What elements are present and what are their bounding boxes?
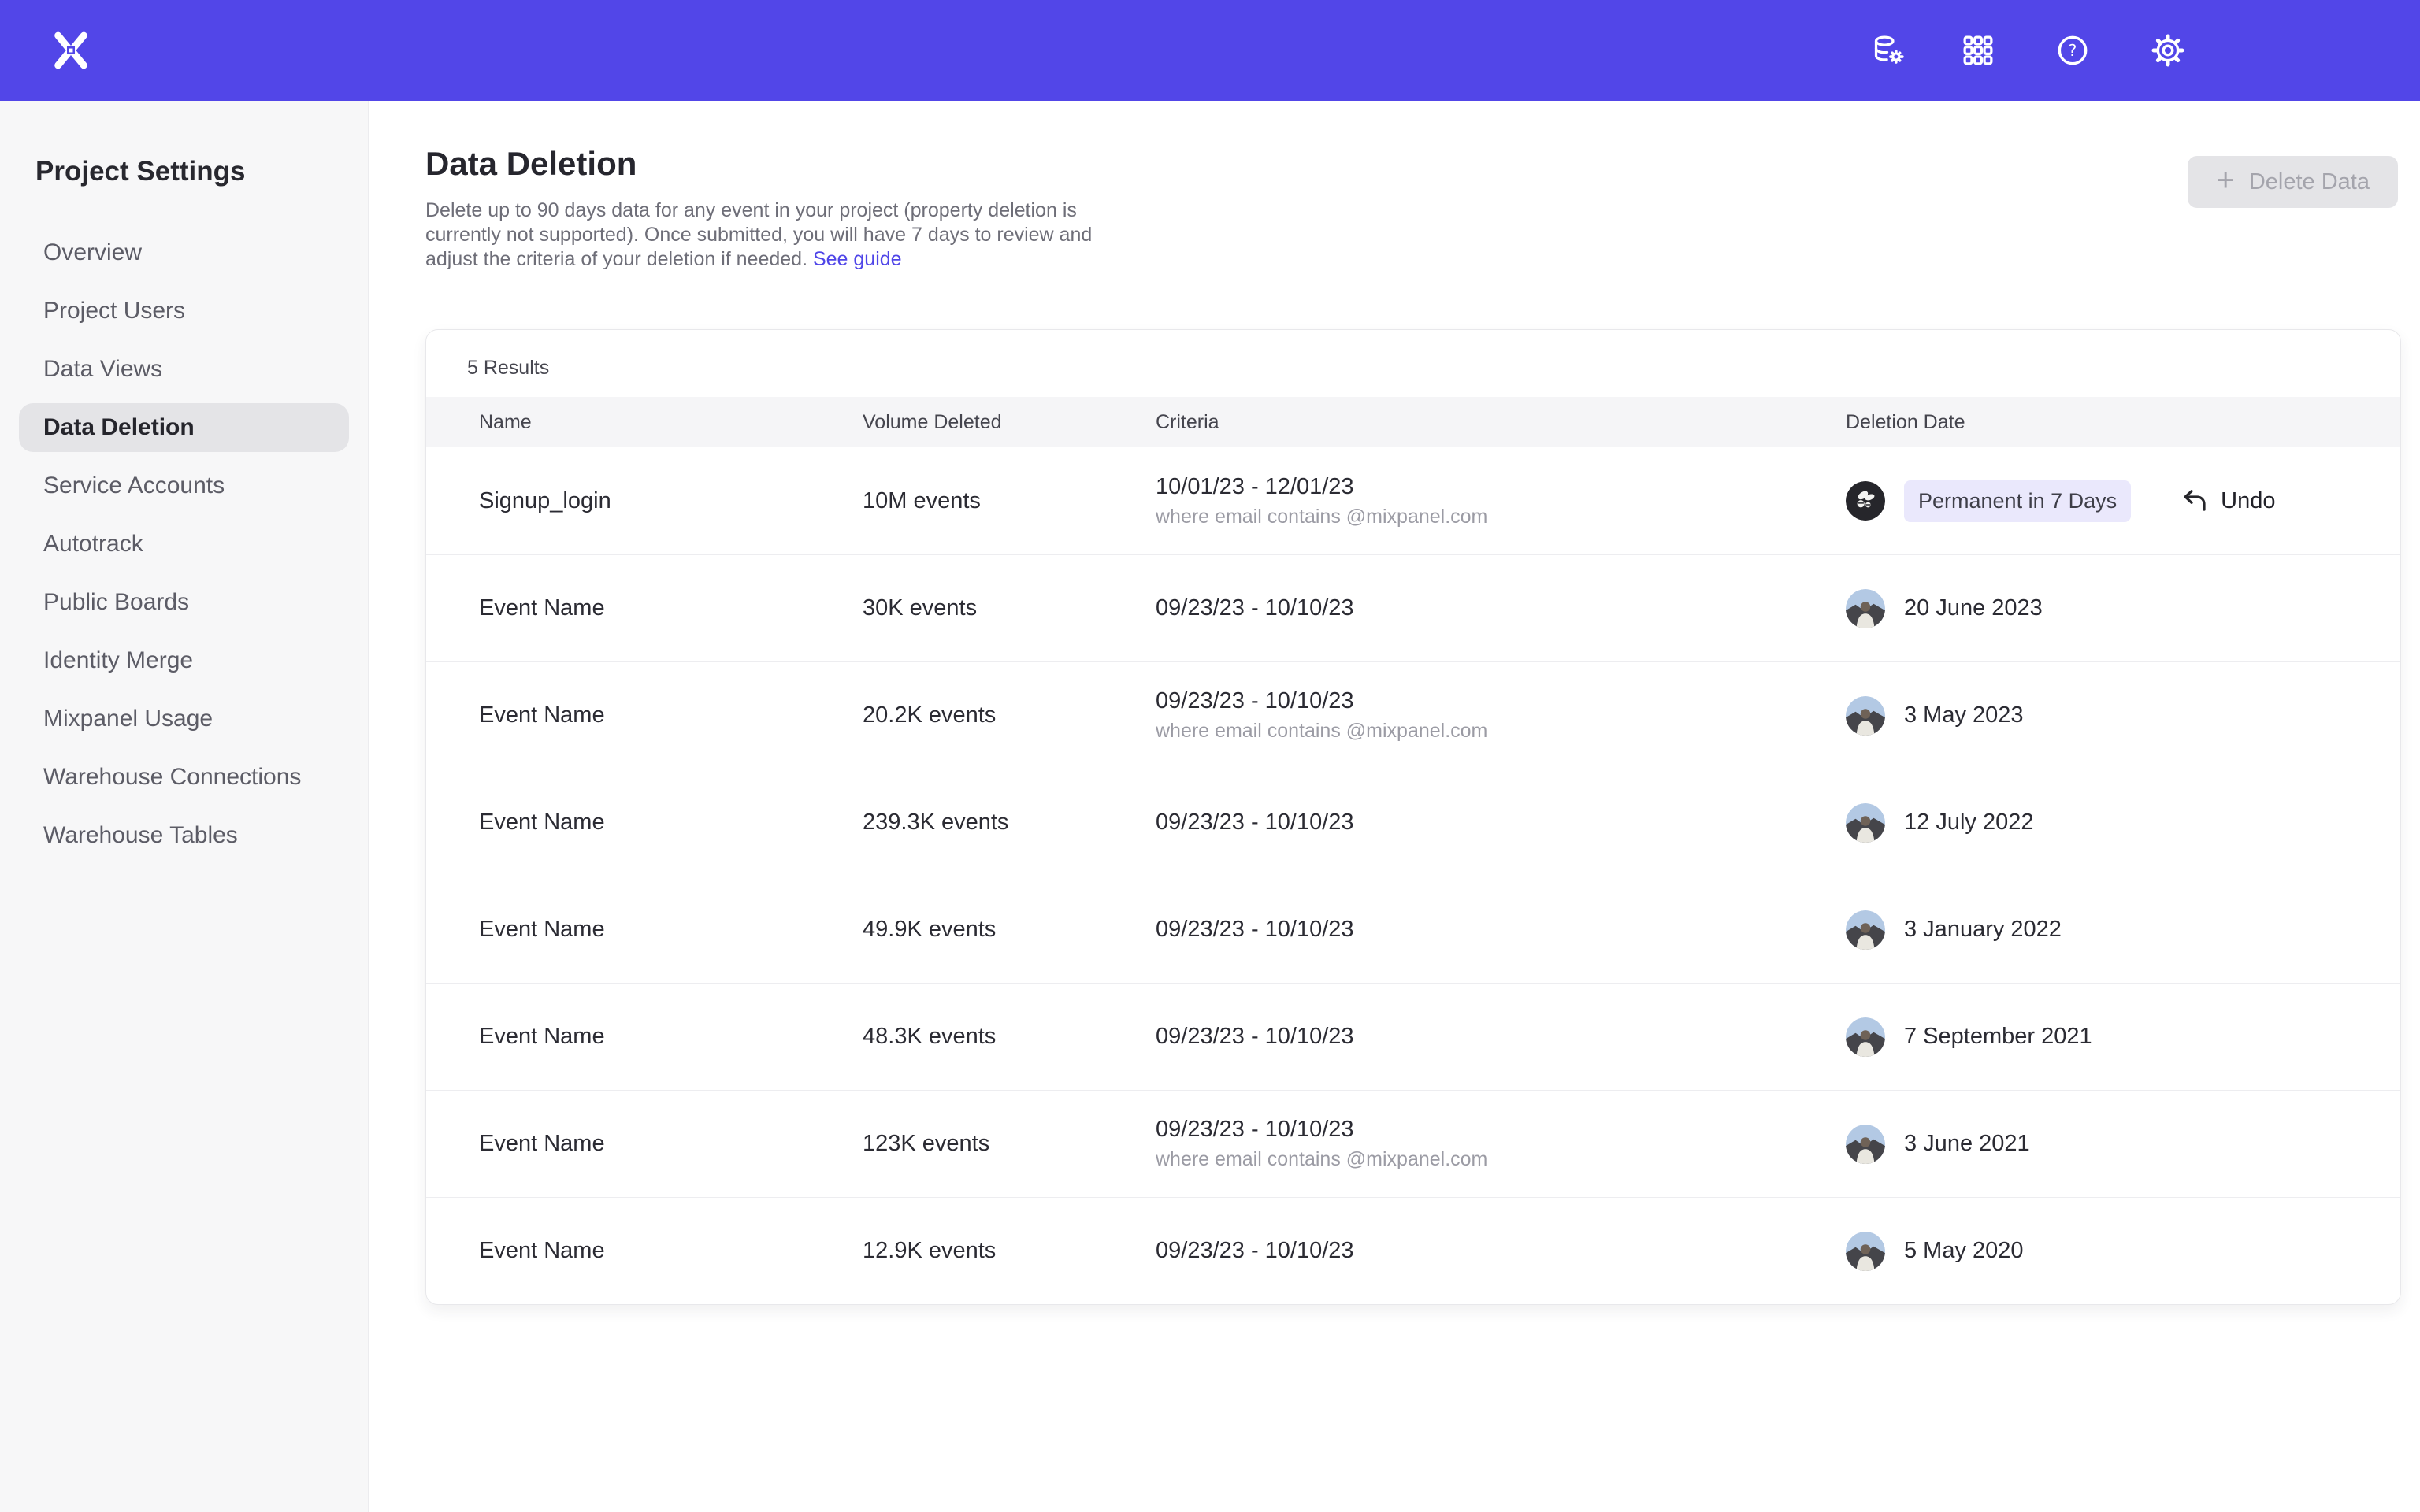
project-settings-sidebar: Project Settings Overview Project Users … — [0, 101, 369, 1512]
column-header-deletion-date: Deletion Date — [1846, 411, 2400, 434]
table-body: Signup_login 10M events 10/01/23 - 12/01… — [426, 447, 2400, 1304]
row-criteria: 09/23/23 - 10/10/23 — [1156, 1024, 1846, 1050]
sidebar-item-data-deletion[interactable]: Data Deletion — [19, 403, 349, 452]
avatar — [1846, 696, 1885, 736]
sidebar-item-public-boards[interactable]: Public Boards — [19, 573, 349, 632]
table-row: Event Name 30K events 09/23/23 - 10/10/2… — [426, 554, 2400, 662]
mixpanel-logo-icon[interactable] — [49, 28, 93, 72]
avatar — [1846, 481, 1885, 521]
page-description-text: Delete up to 90 days data for any event … — [425, 199, 1092, 270]
page-description: Delete up to 90 days data for any event … — [425, 198, 1128, 272]
sidebar-item-autotrack[interactable]: Autotrack — [19, 515, 349, 573]
sidebar-item-data-views[interactable]: Data Views — [19, 340, 349, 398]
table-row: Event Name 12.9K events 09/23/23 - 10/10… — [426, 1197, 2400, 1304]
sidebar-item-overview[interactable]: Overview — [19, 224, 349, 282]
row-volume: 10M events — [863, 488, 1156, 514]
table-header-row: Name Volume Deleted Criteria Deletion Da… — [426, 397, 2400, 447]
deletion-date-text: 3 May 2023 — [1904, 702, 2024, 728]
deletion-date-text: 3 January 2022 — [1904, 917, 2062, 943]
delete-data-button[interactable]: + Delete Data — [2188, 156, 2398, 208]
plus-icon: + — [2216, 165, 2234, 196]
row-name: Signup_login — [479, 488, 863, 514]
deletion-date-text: 7 September 2021 — [1904, 1024, 2092, 1050]
row-criteria: 09/23/23 - 10/10/23 — [1156, 595, 1846, 621]
row-criteria: 09/23/23 - 10/10/23 where email contains… — [1156, 1117, 1846, 1171]
sidebar-item-project-users[interactable]: Project Users — [19, 282, 349, 340]
row-name: Event Name — [479, 1238, 863, 1264]
table-row: Event Name 48.3K events 09/23/23 - 10/10… — [426, 983, 2400, 1090]
row-name: Event Name — [479, 702, 863, 728]
row-deletion-date: 12 July 2022 — [1846, 803, 2400, 843]
see-guide-link[interactable]: See guide — [813, 248, 902, 270]
row-volume: 239.3K events — [863, 810, 1156, 836]
row-volume: 123K events — [863, 1131, 1156, 1157]
row-criteria: 10/01/23 - 12/01/23 where email contains… — [1156, 474, 1846, 528]
undo-button[interactable]: Undo — [2180, 486, 2275, 516]
page-title: Data Deletion — [425, 145, 637, 183]
apps-grid-icon[interactable] — [1960, 32, 1996, 69]
avatar — [1846, 1232, 1885, 1271]
row-volume: 20.2K events — [863, 702, 1156, 728]
row-deletion-date: 7 September 2021 — [1846, 1017, 2400, 1057]
column-header-criteria: Criteria — [1156, 411, 1846, 434]
deletion-requests-card: 5 Results Name Volume Deleted Criteria D… — [425, 329, 2401, 1305]
sidebar-menu: Overview Project Users Data Views Data D… — [0, 224, 368, 865]
row-deletion-date: 5 May 2020 — [1846, 1232, 2400, 1271]
table-row: Event Name 123K events 09/23/23 - 10/10/… — [426, 1090, 2400, 1197]
sidebar-title: Project Settings — [35, 156, 368, 187]
deletion-date-text: 3 June 2021 — [1904, 1131, 2030, 1157]
sidebar-item-service-accounts[interactable]: Service Accounts — [19, 457, 349, 515]
column-header-name: Name — [479, 411, 863, 434]
row-deletion-date: 3 June 2021 — [1846, 1125, 2400, 1164]
column-header-volume: Volume Deleted — [863, 411, 1156, 434]
avatar — [1846, 910, 1885, 950]
row-name: Event Name — [479, 1024, 863, 1050]
row-name: Event Name — [479, 810, 863, 836]
row-deletion-date: 3 May 2023 — [1846, 696, 2400, 736]
sidebar-item-identity-merge[interactable]: Identity Merge — [19, 632, 349, 690]
avatar — [1846, 589, 1885, 628]
row-name: Event Name — [479, 595, 863, 621]
row-deletion-date: Permanent in 7 Days Undo — [1846, 480, 2400, 522]
settings-gear-icon[interactable] — [2150, 32, 2186, 69]
table-row: Event Name 239.3K events 09/23/23 - 10/1… — [426, 769, 2400, 876]
row-name: Event Name — [479, 1131, 863, 1157]
row-criteria: 09/23/23 - 10/10/23 — [1156, 917, 1846, 943]
table-row: Event Name 20.2K events 09/23/23 - 10/10… — [426, 662, 2400, 769]
row-criteria: 09/23/23 - 10/10/23 where email contains… — [1156, 688, 1846, 743]
sidebar-item-warehouse-connections[interactable]: Warehouse Connections — [19, 748, 349, 806]
row-criteria: 09/23/23 - 10/10/23 — [1156, 810, 1846, 836]
deletion-date-text: 5 May 2020 — [1904, 1238, 2024, 1264]
data-settings-icon[interactable] — [1871, 32, 1907, 69]
deletion-date-text: 20 June 2023 — [1904, 595, 2043, 621]
row-criteria: 09/23/23 - 10/10/23 — [1156, 1238, 1846, 1264]
row-volume: 30K events — [863, 595, 1156, 621]
sidebar-item-mixpanel-usage[interactable]: Mixpanel Usage — [19, 690, 349, 748]
deletion-date-text: 12 July 2022 — [1904, 810, 2033, 836]
top-navigation-bar: ? — [0, 0, 2420, 101]
avatar — [1846, 1125, 1885, 1164]
svg-text:?: ? — [2069, 41, 2077, 60]
results-count: 5 Results — [426, 330, 2400, 397]
avatar — [1846, 1017, 1885, 1057]
undo-label: Undo — [2221, 488, 2275, 514]
row-volume: 48.3K events — [863, 1024, 1156, 1050]
table-row: Event Name 49.9K events 09/23/23 - 10/10… — [426, 876, 2400, 983]
row-name: Event Name — [479, 917, 863, 943]
row-volume: 49.9K events — [863, 917, 1156, 943]
status-badge: Permanent in 7 Days — [1904, 480, 2131, 522]
row-deletion-date: 3 January 2022 — [1846, 910, 2400, 950]
help-icon[interactable]: ? — [2054, 32, 2091, 69]
avatar — [1846, 803, 1885, 843]
table-row: Signup_login 10M events 10/01/23 - 12/01… — [426, 447, 2400, 554]
row-deletion-date: 20 June 2023 — [1846, 589, 2400, 628]
undo-icon — [2180, 486, 2210, 516]
delete-data-button-label: Delete Data — [2249, 169, 2370, 195]
sidebar-item-warehouse-tables[interactable]: Warehouse Tables — [19, 806, 349, 865]
row-volume: 12.9K events — [863, 1238, 1156, 1264]
